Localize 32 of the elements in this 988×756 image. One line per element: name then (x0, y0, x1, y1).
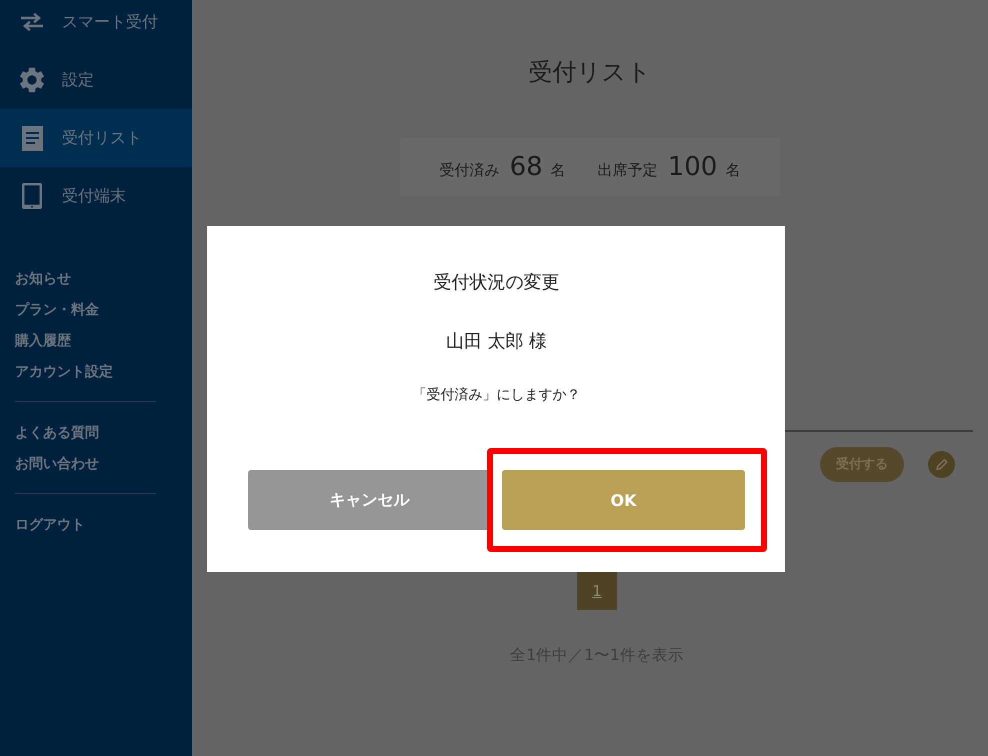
dialog-message: 「受付済み」にしますか？ (412, 386, 580, 405)
sidebar-link[interactable]: お知らせ (15, 264, 71, 295)
gear-icon (20, 67, 44, 93)
document-icon (22, 126, 42, 150)
stat-unit: 名 (550, 161, 566, 180)
sidebar-link[interactable]: ログアウト (15, 510, 85, 541)
sidebar-nav-item[interactable]: スマート受付 (0, 0, 192, 51)
sidebar-link[interactable]: お問い合わせ (15, 449, 99, 480)
sidebar-nav-label: スマート受付 (62, 11, 158, 33)
tablet-icon (22, 183, 42, 209)
dialog-title: 受付状況の変更 (434, 271, 560, 295)
sidebar-nav-item[interactable]: 設定 (0, 51, 192, 109)
pencil-icon (928, 450, 955, 478)
stat-value: 100 (668, 152, 718, 182)
sidebar-nav-label: 受付端末 (62, 185, 126, 207)
sidebar-link[interactable]: アカウント設定 (15, 357, 113, 388)
page-link[interactable]: 1 (577, 572, 617, 610)
sidebar-nav-item[interactable]: 受付端末 (0, 167, 192, 225)
guest-name: 山田 太郎 様 (446, 330, 548, 354)
sidebar-nav-item[interactable]: 受付リスト (0, 109, 192, 167)
stat-label: 出席予定 (598, 161, 658, 180)
page-title: 受付リスト (528, 57, 652, 88)
sidebar-link[interactable]: よくある質問 (15, 418, 99, 449)
ok-button[interactable]: OK (502, 470, 745, 530)
sidebar-nav-label: 受付リスト (62, 127, 142, 149)
stat-label: 受付済み (440, 161, 500, 180)
sidebar-link[interactable]: 購入履歴 (15, 326, 71, 357)
swap-arrows-icon (21, 13, 43, 31)
sidebar-nav-label: 設定 (62, 69, 94, 91)
stat-unit: 名 (725, 161, 740, 180)
sidebar-link[interactable]: プラン・料金 (15, 295, 99, 326)
stat-value: 68 (510, 152, 543, 182)
